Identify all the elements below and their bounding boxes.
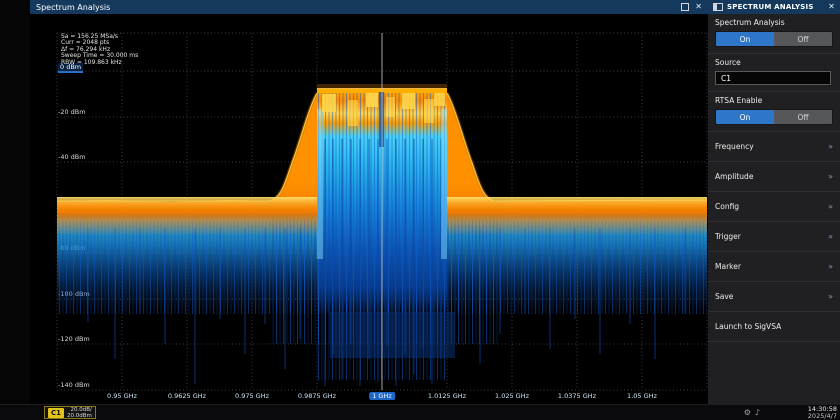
x-axis-label-6: 1.025 GHz xyxy=(495,392,529,400)
source-label: Source xyxy=(715,58,833,67)
panel-icon xyxy=(713,3,723,11)
chevron-right-icon: » xyxy=(828,292,833,301)
menu-item-frequency[interactable]: Frequency » xyxy=(708,132,840,162)
channel-c1-button[interactable]: C1 20.0dB/ 20.0dBm xyxy=(44,406,96,419)
channel-offset: 20.0dBm xyxy=(67,413,92,419)
spectrum-analysis-toggle-section: Spectrum Analysis On Off xyxy=(708,14,840,54)
close-icon[interactable]: ✕ xyxy=(695,3,702,11)
x-axis-label-5: 1.0125 GHz xyxy=(428,392,466,400)
panel-title: SPECTRUM ANALYSIS xyxy=(727,3,814,11)
spectrum-window: Spectrum Analysis ✕ 0 dBm -20 dBm -40 dB… xyxy=(30,0,708,404)
spectrum-analysis-on-button[interactable]: On xyxy=(716,32,774,46)
menu-item-save[interactable]: Save » xyxy=(708,282,840,312)
chevron-right-icon: » xyxy=(828,202,833,211)
sound-icon[interactable]: ♪ xyxy=(755,408,760,417)
menu-item-label: Frequency xyxy=(715,142,754,151)
x-axis-label-7: 1.0375 GHz xyxy=(558,392,596,400)
panel-close-icon[interactable]: ✕ xyxy=(828,3,835,11)
window-title: Spectrum Analysis xyxy=(36,3,110,12)
menu-item-trigger[interactable]: Trigger » xyxy=(708,222,840,252)
source-select[interactable]: C1 xyxy=(715,71,831,85)
rtsa-toggle: On Off xyxy=(715,109,833,125)
x-axis-label-2: 0.975 GHz xyxy=(235,392,269,400)
chevron-right-icon: » xyxy=(828,232,833,241)
x-axis-label-8: 1.05 GHz xyxy=(627,392,657,400)
screen: Spectrum Analysis ✕ 0 dBm -20 dBm -40 dB… xyxy=(0,0,840,420)
spectrum-canvas xyxy=(30,14,708,404)
x-axis-label-center-freq: 1 GHz xyxy=(369,392,395,400)
clock-date: 2025/4/7 xyxy=(808,413,837,420)
menu-item-marker[interactable]: Marker » xyxy=(708,252,840,282)
source-section: Source C1 xyxy=(708,54,840,92)
spectrum-analysis-toggle: On Off xyxy=(715,31,833,47)
spectrum-plot[interactable]: 0 dBm -20 dBm -40 dBm -60 dBm -80 dBm -1… xyxy=(30,14,708,404)
chevron-right-icon: » xyxy=(828,142,833,151)
menu-item-label: Config xyxy=(715,202,739,211)
menu-item-label: Launch to SigVSA xyxy=(715,322,781,331)
rtsa-toggle-section: RTSA Enable On Off xyxy=(708,92,840,132)
menu-item-label: Amplitude xyxy=(715,172,753,181)
menu-item-amplitude[interactable]: Amplitude » xyxy=(708,162,840,192)
info-rbw: RBW = 109.863 kHz xyxy=(61,60,138,66)
spectrum-analysis-off-button[interactable]: Off xyxy=(774,32,832,46)
spectrum-analysis-toggle-label: Spectrum Analysis xyxy=(715,18,833,27)
window-titlebar[interactable]: Spectrum Analysis ✕ xyxy=(30,0,708,14)
channel-badge: C1 xyxy=(48,408,64,418)
window-header-icons: ✕ xyxy=(681,3,702,11)
rtsa-toggle-label: RTSA Enable xyxy=(715,96,833,105)
menu-item-launch-sigvsa[interactable]: Launch to SigVSA xyxy=(708,312,840,342)
clock: 14:30:58 2025/4/7 xyxy=(808,406,837,420)
x-axis-label-0: 0.95 GHz xyxy=(107,392,137,400)
expand-icon[interactable] xyxy=(681,3,689,11)
x-axis-label-1: 0.9625 GHz xyxy=(168,392,206,400)
source-value: C1 xyxy=(721,74,731,83)
channel-values: 20.0dB/ 20.0dBm xyxy=(67,407,92,419)
panel-titlebar: SPECTRUM ANALYSIS ✕ xyxy=(708,0,840,14)
status-bar: C1 20.0dB/ 20.0dBm ⚙ ♪ 14:30:58 2025/4/7 xyxy=(0,404,840,420)
chevron-right-icon: » xyxy=(828,262,833,271)
status-icons: ⚙ ♪ xyxy=(744,408,760,417)
menu-item-label: Trigger xyxy=(715,232,741,241)
gear-icon[interactable]: ⚙ xyxy=(744,408,751,417)
acquisition-info: Sa = 156.25 MSa/s Curr = 2048 pts Δf = 7… xyxy=(61,34,138,66)
menu-item-label: Marker xyxy=(715,262,741,271)
spectrum-settings-panel: SPECTRUM ANALYSIS ✕ Spectrum Analysis On… xyxy=(708,0,840,404)
menu-item-config[interactable]: Config » xyxy=(708,192,840,222)
rtsa-off-button[interactable]: Off xyxy=(774,110,832,124)
rtsa-on-button[interactable]: On xyxy=(716,110,774,124)
menu-item-label: Save xyxy=(715,292,733,301)
x-axis-label-3: 0.9875 GHz xyxy=(298,392,336,400)
chevron-right-icon: » xyxy=(828,172,833,181)
